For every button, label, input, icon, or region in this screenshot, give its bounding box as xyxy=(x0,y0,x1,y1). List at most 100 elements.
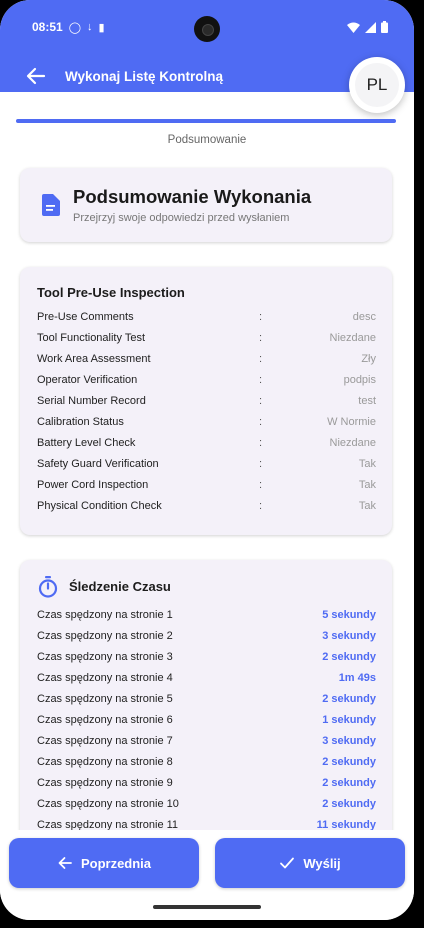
row-separator: : xyxy=(259,458,263,470)
row-value: Tak xyxy=(358,479,376,491)
home-indicator[interactable] xyxy=(153,905,261,909)
summary-subtitle: Przejrzyj swoje odpowiedzi przed wysłani… xyxy=(73,212,290,224)
avatar[interactable]: PL xyxy=(349,57,405,113)
row-separator: : xyxy=(259,353,263,365)
time-row-label: Czas spędzony na stronie 7 xyxy=(37,735,173,747)
back-arrow-icon[interactable] xyxy=(24,64,48,88)
time-row-label: Czas spędzony na stronie 5 xyxy=(37,693,173,705)
status-icons xyxy=(347,21,388,33)
battery-icon xyxy=(381,21,388,33)
row-value: W Normie xyxy=(327,416,376,428)
time-tracking-card: Śledzenie Czasu Czas spędzony na stronie… xyxy=(20,560,392,850)
row-value: desc xyxy=(352,311,376,323)
time-row-value: 5 sekundy xyxy=(322,609,376,621)
time-row-label: Czas spędzony na stronie 1 xyxy=(37,609,173,621)
time-row-label: Czas spędzony na stronie 4 xyxy=(37,672,173,684)
inspection-row: Pre-Use Comments: desc xyxy=(37,311,376,329)
row-label: Power Cord Inspection xyxy=(37,479,149,491)
previous-button[interactable]: Poprzednia xyxy=(9,838,199,888)
row-label: Operator Verification xyxy=(37,374,138,386)
inspection-row: Physical Condition Check: Tak xyxy=(37,500,376,518)
document-icon xyxy=(42,194,60,216)
status-time: 08:51 xyxy=(32,20,63,34)
inspection-row: Battery Level Check: Niezdane xyxy=(37,437,376,455)
row-value: Zły xyxy=(361,353,376,365)
app-bar-title: Wykonaj Listę Kontrolną xyxy=(65,69,224,84)
time-row: Czas spędzony na stronie 9 2 sekundy xyxy=(37,777,376,795)
time-row: Czas spędzony na stronie 8 2 sekundy xyxy=(37,756,376,774)
arrow-left-icon xyxy=(58,857,72,869)
time-row-value: 1 sekundy xyxy=(322,714,376,726)
time-row-label: Czas spędzony na stronie 6 xyxy=(37,714,173,726)
row-value: podpis xyxy=(343,374,376,386)
time-row-label: Czas spędzony na stronie 8 xyxy=(37,756,173,768)
inspection-title: Tool Pre-Use Inspection xyxy=(37,285,185,300)
sd-card-icon: ▮ xyxy=(98,21,105,34)
step-label: Podsumowanie xyxy=(167,134,247,146)
row-value: Tak xyxy=(358,500,376,512)
time-row-label: Czas spędzony na stronie 3 xyxy=(37,651,173,663)
row-label: Serial Number Record xyxy=(37,395,146,407)
time-row-label: Czas spędzony na stronie 10 xyxy=(37,798,179,810)
time-row-label: Czas spędzony na stronie 2 xyxy=(37,630,173,642)
previous-button-label: Poprzednia xyxy=(80,855,152,871)
row-label: Battery Level Check xyxy=(37,437,136,449)
row-separator: : xyxy=(259,311,263,323)
time-row-value: 2 sekundy xyxy=(322,651,376,663)
time-row-value: 2 sekundy xyxy=(322,798,376,810)
checkmark-icon xyxy=(280,857,295,869)
inspection-row: Tool Functionality Test: Niezdane xyxy=(37,332,376,350)
row-label: Calibration Status xyxy=(37,416,124,428)
time-row: Czas spędzony na stronie 10 2 sekundy xyxy=(37,798,376,816)
time-row: Czas spędzony na stronie 3 2 sekundy xyxy=(37,651,376,669)
time-row: Czas spędzony na stronie 4 1m 49s xyxy=(37,672,376,690)
bottom-action-bar: Poprzednia Wyślij xyxy=(0,830,414,920)
row-separator: : xyxy=(259,416,263,428)
row-value: test xyxy=(358,395,376,407)
time-row: Czas spędzony na stronie 2 3 sekundy xyxy=(37,630,376,648)
row-label: Work Area Assessment xyxy=(37,353,151,365)
time-tracking-title: Śledzenie Czasu xyxy=(69,579,171,594)
shield-icon: ◯ xyxy=(68,21,82,34)
row-separator: : xyxy=(259,332,263,344)
row-separator: : xyxy=(259,374,263,386)
inspection-card: Tool Pre-Use Inspection Pre-Use Comments… xyxy=(20,267,392,535)
time-row: Czas spędzony na stronie 6 1 sekundy xyxy=(37,714,376,732)
submit-button[interactable]: Wyślij xyxy=(215,838,405,888)
time-row-value: 3 sekundy xyxy=(322,630,376,642)
signal-icon xyxy=(365,21,376,33)
row-separator: : xyxy=(259,395,263,407)
inspection-row: Operator Verification: podpis xyxy=(37,374,376,392)
time-row-value: 2 sekundy xyxy=(322,693,376,705)
row-value: Tak xyxy=(358,458,376,470)
mic-icon: ↓ xyxy=(87,21,93,33)
row-separator: : xyxy=(259,479,263,491)
front-camera xyxy=(194,16,220,42)
row-value: Niezdane xyxy=(329,437,376,449)
inspection-row: Calibration Status: W Normie xyxy=(37,416,376,434)
row-separator: : xyxy=(259,500,263,512)
time-row-label: Czas spędzony na stronie 9 xyxy=(37,777,173,789)
time-row: Czas spędzony na stronie 5 2 sekundy xyxy=(37,693,376,711)
row-label: Physical Condition Check xyxy=(37,500,162,512)
row-label: Safety Guard Verification xyxy=(37,458,159,470)
wifi-icon xyxy=(347,22,360,33)
row-value: Niezdane xyxy=(329,332,376,344)
summary-card: Podsumowanie Wykonania Przejrzyj swoje o… xyxy=(20,168,392,242)
progress-bar xyxy=(16,119,396,123)
time-row-value: 1m 49s xyxy=(338,672,376,684)
timer-icon xyxy=(38,576,58,598)
inspection-row: Serial Number Record: test xyxy=(37,395,376,413)
time-row-value: 2 sekundy xyxy=(322,756,376,768)
inspection-row: Safety Guard Verification: Tak xyxy=(37,458,376,476)
inspection-row: Work Area Assessment: Zły xyxy=(37,353,376,371)
time-row: Czas spędzony na stronie 7 3 sekundy xyxy=(37,735,376,753)
row-label: Tool Functionality Test xyxy=(37,332,146,344)
time-row-value: 3 sekundy xyxy=(322,735,376,747)
phone-screen: 08:51 ◯ ↓ ▮ Wykonaj Listę Kontrolną PL P… xyxy=(0,0,414,920)
submit-button-label: Wyślij xyxy=(303,855,341,871)
row-label: Pre-Use Comments xyxy=(37,311,134,323)
inspection-row: Power Cord Inspection: Tak xyxy=(37,479,376,497)
time-row-value: 2 sekundy xyxy=(322,777,376,789)
time-row: Czas spędzony na stronie 1 5 sekundy xyxy=(37,609,376,627)
